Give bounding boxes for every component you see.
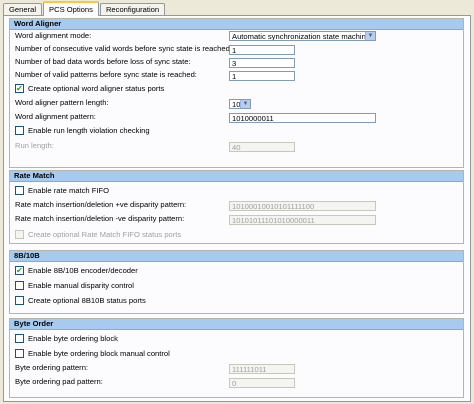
run-length-input[interactable]: 40 — [229, 142, 295, 152]
enc8b10b-status-ports-option[interactable]: Create optional 8B10B status ports — [15, 295, 146, 307]
consecutive-valid-words-label: Number of consecutive valid words before… — [15, 44, 232, 53]
word-alignment-mode-value: Automatic synchronization state machine — [232, 32, 371, 41]
byte-ordering-pattern-input[interactable]: 111111011 — [229, 364, 295, 374]
word-aligner-status-ports-option[interactable]: ✔ Create optional word aligner status por… — [15, 83, 164, 95]
consecutive-valid-words-input[interactable]: 1 — [229, 45, 295, 55]
neg-disparity-label: Rate match insertion/deletion -ve dispar… — [15, 214, 185, 223]
chevron-down-icon[interactable]: ▼ — [240, 100, 250, 108]
word-alignment-mode-label: Word alignment mode: — [15, 31, 92, 40]
enc8b10b-status-ports-checkbox[interactable] — [15, 295, 24, 305]
manual-disparity-label: Enable manual disparity control — [28, 281, 134, 290]
rate-match-status-ports-checkbox[interactable] — [15, 229, 24, 239]
pos-disparity-label: Rate match insertion/deletion +ve dispar… — [15, 200, 187, 209]
rate-match-fifo-label: Enable rate match FIFO — [28, 186, 110, 195]
byte-ordering-enable-option[interactable]: Enable byte ordering block — [15, 333, 118, 345]
manual-disparity-option[interactable]: Enable manual disparity control — [15, 280, 134, 292]
enc8b10b-status-ports-label: Create optional 8B10B status ports — [28, 296, 146, 305]
pattern-length-select[interactable]: 10 ▼ — [229, 99, 251, 109]
word-alignment-mode-select[interactable]: Automatic synchronization state machine … — [229, 31, 376, 41]
byte-order-header: Byte Order — [10, 319, 463, 330]
bad-data-words-input[interactable]: 3 — [229, 58, 295, 68]
tab-bar: General PCS Options Reconfiguration — [3, 1, 166, 16]
rate-match-fifo-checkbox[interactable] — [15, 185, 24, 195]
tab-pcs-options[interactable]: PCS Options — [43, 1, 99, 16]
rate-match-status-ports-label: Create optional Rate Match FIFO status p… — [28, 230, 182, 239]
enc8b10b-header: 8B/10B — [10, 251, 463, 262]
byte-ordering-manual-option[interactable]: Enable byte ordering block manual contro… — [15, 348, 170, 360]
byte-ordering-pad-input[interactable]: 0 — [229, 378, 295, 388]
pcs-options-panel: Word Aligner Word alignment mode: Automa… — [3, 15, 471, 402]
word-aligner-status-ports-checkbox[interactable]: ✔ — [15, 83, 24, 93]
chevron-down-icon[interactable]: ▼ — [365, 32, 375, 40]
pattern-length-label: Word aligner pattern length: — [15, 98, 109, 107]
byte-ordering-enable-label: Enable byte ordering block — [28, 334, 118, 343]
run-length-label: Run length: — [15, 141, 54, 150]
word-aligner-header: Word Aligner — [10, 19, 463, 30]
byte-ordering-pattern-label: Byte ordering pattern: — [15, 363, 89, 372]
run-length-check-label: Enable run length violation checking — [28, 126, 150, 135]
rate-match-group: Rate Match Enable rate match FIFO Rate m… — [9, 170, 464, 244]
tab-reconfiguration[interactable]: Reconfiguration — [99, 3, 166, 15]
rate-match-status-ports-option[interactable]: Create optional Rate Match FIFO status p… — [15, 229, 181, 241]
run-length-check-option[interactable]: Enable run length violation checking — [15, 125, 150, 137]
word-alignment-pattern-label: Word alignment pattern: — [15, 112, 96, 121]
word-alignment-pattern-input[interactable]: 1010000011 — [229, 113, 376, 123]
valid-patterns-input[interactable]: 1 — [229, 71, 295, 81]
byte-ordering-pad-label: Byte ordering pad pattern: — [15, 377, 103, 386]
enc8b10b-enable-label: Enable 8B/10B encoder/decoder — [28, 266, 138, 275]
enc8b10b-enable-option[interactable]: ✔ Enable 8B/10B encoder/decoder — [15, 265, 138, 277]
enc8b10b-group: 8B/10B ✔ Enable 8B/10B encoder/decoder En… — [9, 250, 464, 314]
manual-disparity-checkbox[interactable] — [15, 280, 24, 290]
rate-match-header: Rate Match — [10, 171, 463, 182]
rate-match-fifo-option[interactable]: Enable rate match FIFO — [15, 185, 109, 197]
pos-disparity-input[interactable]: 10100010010101111100 — [229, 201, 376, 211]
bad-data-words-label: Number of bad data words before loss of … — [15, 57, 191, 66]
neg-disparity-input[interactable]: 10101011101010000011 — [229, 215, 376, 225]
byte-order-group: Byte Order Enable byte ordering block En… — [9, 318, 464, 398]
valid-patterns-label: Number of valid patterns before sync sta… — [15, 70, 197, 79]
word-aligner-status-ports-label: Create optional word aligner status port… — [28, 84, 165, 93]
byte-ordering-manual-checkbox[interactable] — [15, 348, 24, 358]
byte-ordering-manual-label: Enable byte ordering block manual contro… — [28, 349, 170, 358]
tab-general[interactable]: General — [3, 3, 43, 15]
byte-ordering-enable-checkbox[interactable] — [15, 333, 24, 343]
word-aligner-group: Word Aligner Word alignment mode: Automa… — [9, 18, 464, 168]
run-length-check-checkbox[interactable] — [15, 125, 24, 135]
enc8b10b-enable-checkbox[interactable]: ✔ — [15, 265, 24, 275]
